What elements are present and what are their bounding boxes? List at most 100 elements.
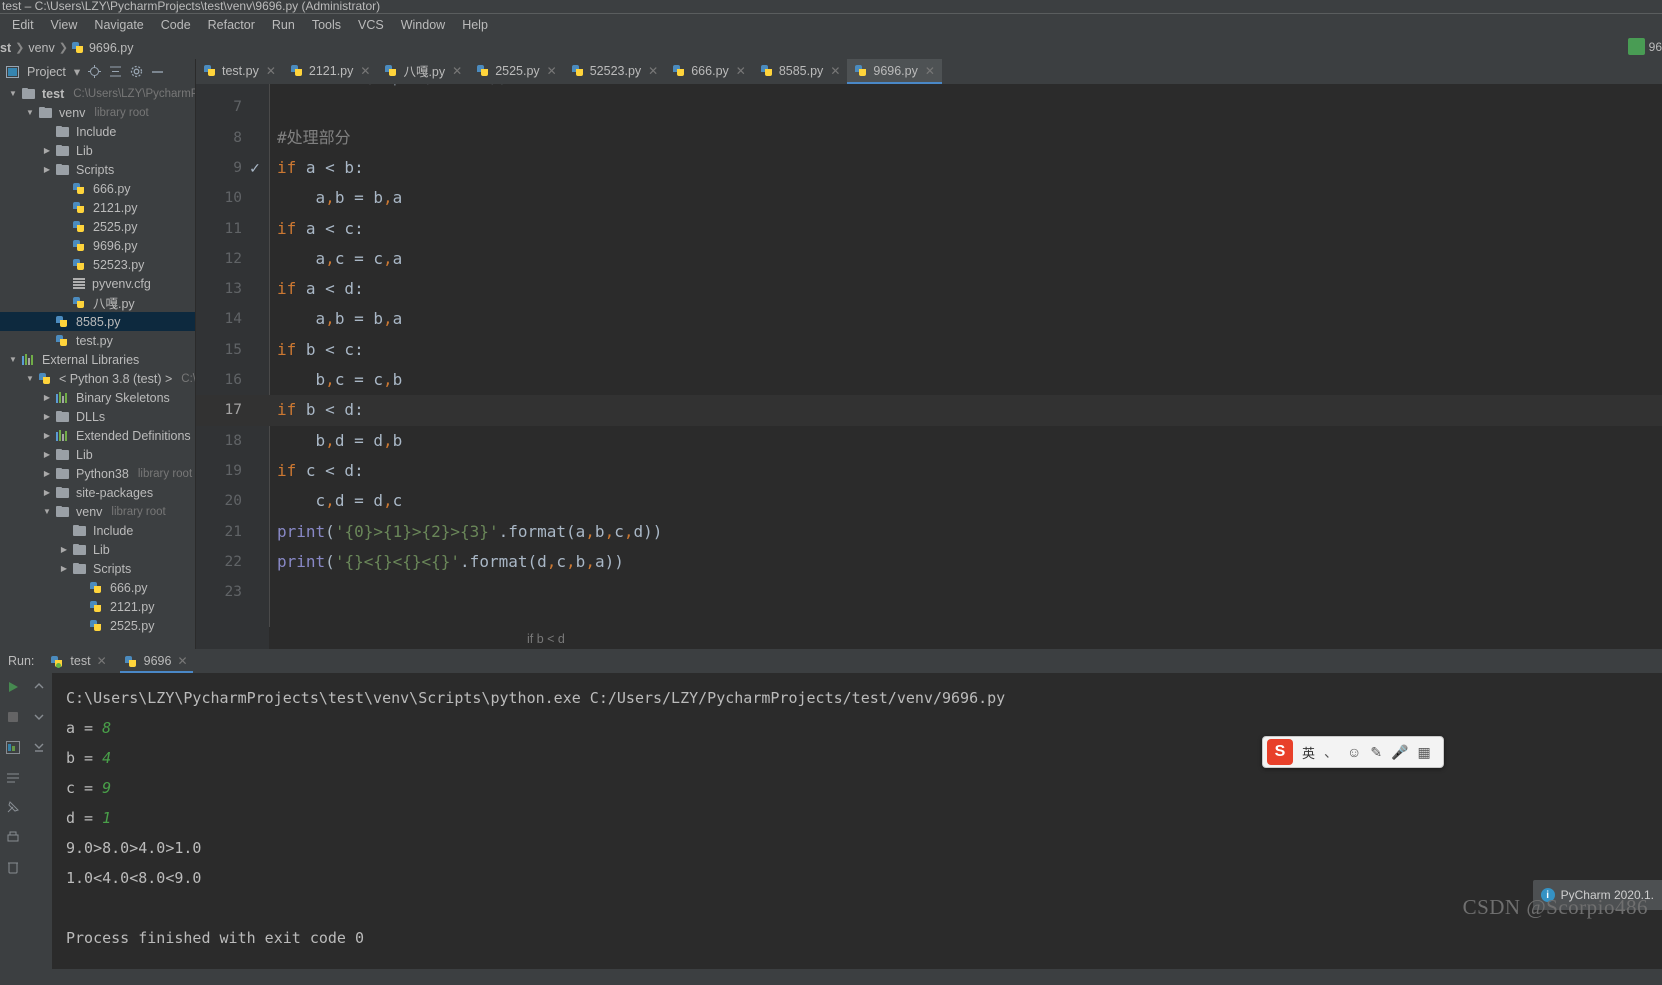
menu-item-refactor[interactable]: Refactor [208, 18, 255, 32]
tree-item-test[interactable]: ▼ test C:\Users\LZY\PycharmPr [0, 84, 195, 103]
line-number[interactable]: 15 [196, 335, 269, 365]
menu-item-code[interactable]: Code [161, 18, 191, 32]
keyboard-icon[interactable]: ▦ [1417, 744, 1430, 761]
editor-code-line[interactable]: c,d = d,c [269, 486, 403, 516]
hide-panel-icon[interactable] [151, 65, 164, 78]
close-icon[interactable]: ✕ [360, 64, 370, 78]
run-button-icon[interactable] [1627, 38, 1645, 55]
clear-all-icon[interactable] [5, 859, 21, 875]
tree-item-8585-py[interactable]: 8585.py [0, 312, 195, 331]
chevron-right-icon[interactable]: ▶ [42, 469, 52, 478]
line-number[interactable]: 16 [196, 365, 269, 395]
editor-code-line[interactable]: b,d = d,b [269, 426, 403, 456]
line-number[interactable]: 19 [196, 456, 269, 486]
editor-code-line[interactable]: print('{0}>{1}>{2}>{3}'.format(a,b,c,d)) [269, 517, 662, 547]
line-number[interactable]: 20 [196, 486, 269, 516]
chevron-right-icon[interactable]: ▶ [42, 431, 52, 440]
tree-item-2525-py[interactable]: 2525.py [0, 616, 195, 635]
chevron-right-icon[interactable]: ▶ [42, 165, 52, 174]
mic-icon[interactable]: 🎤 [1391, 744, 1408, 761]
editor-code-line[interactable]: a,b = b,a [269, 183, 403, 213]
project-panel-toolbar[interactable]: Project ▾ [0, 59, 196, 84]
editor-code-line[interactable]: #处理部分 [269, 123, 351, 153]
editor-code-line[interactable]: if a < b: [269, 153, 364, 183]
editor-tab-bage[interactable]: 八嘎.py ✕ [377, 59, 470, 84]
tree-item-lib[interactable]: ▶ Lib [0, 540, 195, 559]
chevron-right-icon[interactable]: ▶ [42, 393, 52, 402]
menu-item-help[interactable]: Help [462, 18, 488, 32]
close-icon[interactable]: ✕ [925, 64, 935, 78]
ime-floating-toolbar[interactable]: S 英 、 ☺ ✎ 🎤 ▦ [1262, 736, 1444, 768]
chevron-right-icon[interactable]: ▶ [42, 450, 52, 459]
scroll-down-icon[interactable] [31, 709, 47, 725]
scroll-up-icon[interactable] [31, 679, 47, 695]
editor-code-line[interactable]: a,c = c,a [269, 244, 403, 274]
stop-icon[interactable] [5, 709, 21, 725]
line-number[interactable]: 10 [196, 183, 269, 213]
close-icon[interactable]: ✕ [830, 64, 840, 78]
tree-item-scripts[interactable]: ▶ Scripts [0, 160, 195, 179]
tree-item-2121-py[interactable]: 2121.py [0, 198, 195, 217]
menu-item-tools[interactable]: Tools [312, 18, 341, 32]
chevron-right-icon[interactable]: ▶ [59, 545, 69, 554]
menu-item-view[interactable]: View [51, 18, 78, 32]
editor-code-line[interactable]: if c < d: [269, 456, 364, 486]
close-icon[interactable]: ✕ [648, 64, 658, 78]
tree-item-venv[interactable]: ▼ venv library root [0, 103, 195, 122]
menu-item-navigate[interactable]: Navigate [94, 18, 143, 32]
menu-item-window[interactable]: Window [401, 18, 445, 32]
line-number[interactable]: 13 [196, 274, 269, 304]
tree-item-test-py[interactable]: test.py [0, 331, 195, 350]
tree-item-scripts[interactable]: ▶ Scripts [0, 559, 195, 578]
ime-language-label[interactable]: 英 [1302, 743, 1315, 762]
tree-item-lib[interactable]: ▶ Lib [0, 445, 195, 464]
editor-tab-8585[interactable]: 8585.py ✕ [752, 59, 848, 84]
print-icon[interactable] [5, 829, 21, 845]
tree-item-site-packages[interactable]: ▶ site-packages [0, 483, 195, 502]
line-number[interactable]: 8 [196, 123, 269, 153]
chevron-right-icon[interactable]: ▶ [42, 488, 52, 497]
run-tab-9696[interactable]: 9696 ✕ [116, 649, 197, 673]
menu-bar[interactable]: Edit View Navigate Code Refactor Run Too… [0, 14, 1662, 36]
locate-icon[interactable] [88, 65, 102, 78]
tree-item-binary-skeletons[interactable]: ▶ Binary Skeletons [0, 388, 195, 407]
tree-item-python38[interactable]: ▶ Python38 library root [0, 464, 195, 483]
breadcrumb-venv[interactable]: venv [28, 41, 54, 55]
menu-item-run[interactable]: Run [272, 18, 295, 32]
chevron-right-icon[interactable]: ▶ [42, 146, 52, 155]
run-tab-test[interactable]: test ✕ [42, 649, 115, 673]
line-number[interactable]: 17 [196, 395, 269, 425]
line-number[interactable]: 7 [196, 92, 269, 122]
close-icon[interactable]: ✕ [736, 64, 746, 78]
tree-item-lib[interactable]: ▶ Lib [0, 141, 195, 160]
line-number[interactable]: 22 [196, 547, 269, 577]
tree-item-666-py[interactable]: 666.py [0, 578, 195, 597]
editor-code-line[interactable]: b,c = c,b [269, 365, 403, 395]
breadcrumb-project[interactable]: st [0, 41, 11, 55]
editor-code-line[interactable]: if b < c: [269, 335, 364, 365]
chevron-down-icon[interactable]: ▼ [8, 355, 18, 364]
console-output[interactable]: C:\Users\LZY\PycharmProjects\test\venv\S… [52, 673, 1662, 969]
line-number[interactable]: 14 [196, 304, 269, 334]
tree-item-external-libraries[interactable]: ▼ External Libraries [0, 350, 195, 369]
editor-tab-test[interactable]: test.py ✕ [196, 59, 283, 84]
tree-item-八嘎-py[interactable]: 八嘎.py [0, 293, 195, 312]
editor-code-line[interactable]: if a < d: [269, 274, 364, 304]
editor-tab-666[interactable]: 666.py ✕ [665, 59, 753, 84]
rerun-icon[interactable] [5, 679, 21, 695]
emoji-icon[interactable]: ☺ [1347, 744, 1361, 760]
close-icon[interactable]: ✕ [177, 654, 187, 668]
editor-tab-strip[interactable]: test.py ✕ 2121.py ✕ 八嘎.py ✕ 2525.py ✕ 52… [196, 59, 1662, 84]
run-tab-bar[interactable]: Run: test ✕ 9696 ✕ [0, 649, 1662, 673]
editor-code-line[interactable]: if b < d: [269, 395, 364, 425]
tree-item-extended-definitions[interactable]: ▶ Extended Definitions [0, 426, 195, 445]
tree-item-venv[interactable]: ▼ venv library root [0, 502, 195, 521]
tree-item-52523-py[interactable]: 52523.py [0, 255, 195, 274]
scroll-to-end-icon[interactable] [31, 739, 47, 755]
close-icon[interactable]: ✕ [547, 64, 557, 78]
close-icon[interactable]: ✕ [452, 64, 462, 78]
menu-item-vcs[interactable]: VCS [358, 18, 384, 32]
console-view-icon[interactable] [5, 739, 21, 755]
chevron-down-icon[interactable]: ▼ [8, 89, 18, 98]
editor-code-line[interactable]: a,b = b,a [269, 304, 403, 334]
